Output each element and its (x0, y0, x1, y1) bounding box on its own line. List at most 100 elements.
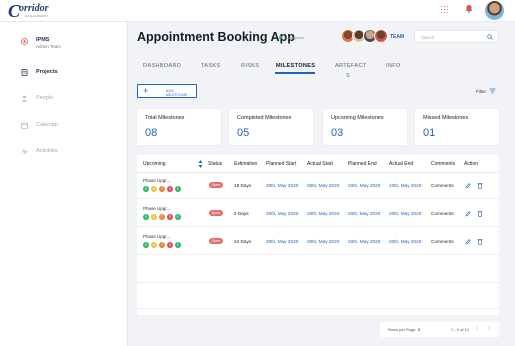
delete-icon[interactable] (477, 238, 483, 245)
team-avatar[interactable] (374, 29, 388, 43)
tab-artefacts-wrap[interactable]: S (346, 73, 350, 79)
column-header-actual-end: Actual End (389, 161, 414, 167)
edit-icon[interactable] (465, 210, 471, 217)
card-value: 05 (237, 127, 250, 139)
stage-dot: G (151, 186, 157, 192)
stage-dots: S G T D E (143, 186, 183, 192)
search-placeholder: Search (421, 34, 435, 40)
stage-dot: T (159, 186, 165, 192)
tab-dashboard[interactable]: DASHBOARD (143, 63, 181, 69)
edit-icon[interactable] (465, 238, 471, 245)
stage-dot: T (159, 242, 165, 248)
page-title: Appointment Booking App (137, 30, 295, 44)
logo-word: orridor (19, 3, 49, 14)
sidebar-item-label: IPMS (36, 37, 50, 43)
top-bar: C orridor MANAGEMENT (0, 0, 515, 22)
column-header-comments: Comments (431, 161, 456, 167)
document-icon (21, 68, 28, 76)
upcoming-milestones-card: Upcoming Milestones 03 (323, 109, 407, 145)
filter-label[interactable]: Filter (476, 89, 486, 94)
calendar-icon (21, 122, 28, 129)
estimation-value: 24 Days (234, 239, 252, 244)
sidebar-item-ipms[interactable]: IPMS Admin Team (0, 30, 128, 54)
tab-milestones[interactable]: MILESTONES (276, 63, 315, 69)
team-link[interactable]: TEAM (390, 34, 404, 40)
stage-dots: S G T D E (143, 242, 183, 248)
tab-tasks[interactable]: TASKS (201, 63, 220, 69)
column-header-estimation: Estimation (234, 161, 258, 167)
apps-grid-icon[interactable] (440, 5, 449, 14)
table-row[interactable]: Phase Upgr... S G T D E Open 24 Days 20t… (137, 229, 499, 255)
phase-name: Phase Upgr... (143, 206, 171, 211)
milestones-table: Upcoming Status Estimation Planned Start… (137, 155, 499, 315)
sidebar-item-calendar[interactable]: Calendar (0, 113, 128, 137)
comments-link[interactable]: Comments (431, 183, 454, 188)
prev-page-button[interactable]: ‹ (476, 325, 478, 332)
sidebar-item-projects[interactable]: Projects (0, 60, 128, 84)
actual-end-date: 20th, May 2020 (389, 211, 422, 216)
sidebar-item-activities[interactable]: Activities (0, 139, 128, 163)
tab-artefacts[interactable]: ARTEFACT (335, 63, 367, 69)
estimation-value: 2 Days (234, 211, 249, 216)
edit-icon[interactable] (465, 182, 471, 189)
add-milestone-button[interactable]: + ADD MILESTONE (137, 84, 197, 98)
delete-icon[interactable] (477, 182, 483, 189)
user-avatar[interactable] (485, 1, 504, 20)
planned-start-date: 20th, May 2020 (266, 211, 299, 216)
search-input[interactable]: Search (414, 30, 499, 43)
planned-end-date: 20th, May 2020 (348, 183, 381, 188)
column-header-actual-start: Actual Start (307, 161, 333, 167)
stage-dot: G (151, 242, 157, 248)
planned-start-date: 20th, May 2020 (266, 239, 299, 244)
stage-dot: T (159, 214, 165, 220)
table-row[interactable]: Phase Upgr... S G T D E Open 2 Days 20th… (137, 201, 499, 227)
sort-icon[interactable] (198, 159, 203, 169)
empty-table-row (137, 257, 499, 283)
estimation-value: 18 Days (234, 183, 252, 188)
table-row[interactable]: Phase Upgr... S G T D E Open 18 Days 20t… (137, 173, 499, 199)
stage-dot: S (143, 214, 149, 220)
filter-icon[interactable] (489, 88, 496, 94)
stage-dots: S G T D E (143, 214, 183, 220)
card-value: 03 (331, 127, 344, 139)
tab-info[interactable]: INFO (386, 63, 401, 69)
column-header-planned-end: Planned End (348, 161, 377, 167)
status-badge: Open (209, 238, 223, 244)
notification-bell-icon[interactable] (465, 4, 473, 13)
logo-subtitle: MANAGEMENT (24, 14, 49, 18)
stage-dot: E (175, 186, 181, 192)
phase-name: Phase Upgr... (143, 178, 171, 183)
corridor-logo[interactable]: C orridor MANAGEMENT (8, 2, 49, 20)
sidebar-item-label: People (36, 95, 54, 101)
sidebar-item-label: Calendar (36, 122, 59, 128)
status-label: In progress (284, 35, 305, 40)
page-range: 1 - 5 of 12 (451, 327, 470, 332)
card-title: Completed Milestones (237, 115, 292, 121)
comments-link[interactable]: Comments (431, 239, 454, 244)
planned-end-date: 20th, May 2020 (348, 211, 381, 216)
column-header-action: Action (464, 161, 478, 167)
column-header-status: Status (208, 161, 223, 167)
comments-link[interactable]: Comments (431, 211, 454, 216)
rows-per-page-label: Rows per Page: (388, 327, 417, 332)
table-header: Upcoming Status Estimation Planned Start… (137, 155, 499, 173)
stage-dot: E (175, 242, 181, 248)
sidebar-item-sublabel: Admin Team (36, 44, 61, 49)
delete-icon[interactable] (477, 210, 483, 217)
card-title: Missed Milestones (423, 115, 469, 121)
person-icon (22, 95, 27, 102)
sidebar-item-people[interactable]: People (0, 86, 128, 110)
actual-start-date: 05th, May 2020 (307, 183, 340, 188)
next-page-button[interactable]: › (488, 325, 490, 332)
plus-icon: + (143, 86, 149, 96)
stage-dot: S (143, 242, 149, 248)
card-value: 01 (423, 127, 436, 139)
add-milestone-label: ADD MILESTONE (166, 89, 188, 97)
tab-risks[interactable]: RISKS (241, 63, 259, 69)
sidebar: IPMS Admin Team Projects People Calendar… (0, 22, 128, 346)
status-badge: Open (209, 210, 223, 216)
search-icon[interactable] (487, 34, 493, 40)
column-header-upcoming[interactable]: Upcoming (143, 161, 166, 167)
card-value: 08 (145, 127, 158, 139)
rows-per-page-select[interactable]: 5 (418, 327, 420, 332)
